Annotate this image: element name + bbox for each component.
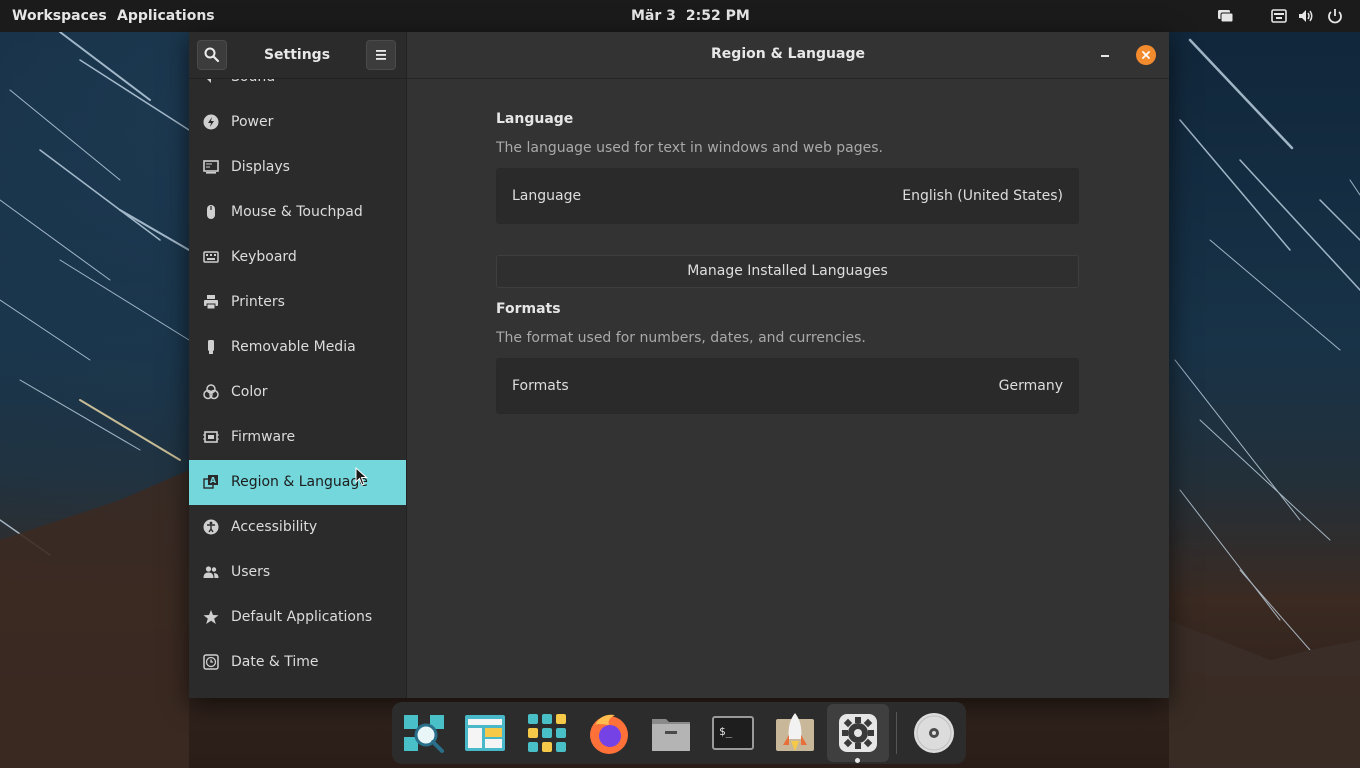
formats-row-label: Formats — [512, 378, 569, 394]
keyboard-icon[interactable] — [1270, 7, 1288, 25]
sidebar-item-region-language[interactable]: A Region & Language — [189, 460, 406, 505]
power-icon — [203, 114, 219, 130]
sidebar-item-color[interactable]: Color — [189, 370, 406, 415]
accessibility-icon — [203, 519, 219, 535]
settings-icon[interactable] — [836, 711, 880, 755]
sidebar-item-default-applications[interactable]: Default Applications — [189, 595, 406, 640]
color-icon — [203, 384, 219, 400]
formats-section-description: The format used for numbers, dates, and … — [496, 330, 866, 346]
svg-text:$_: $_ — [719, 725, 733, 738]
mouse-cursor — [355, 467, 368, 486]
sidebar-title: Settings — [263, 47, 331, 63]
page-title: Region & Language — [711, 46, 865, 62]
volume-icon[interactable] — [1297, 7, 1315, 25]
keyboard-icon — [203, 251, 219, 263]
sidebar-header: Settings — [189, 32, 406, 79]
users-icon — [203, 566, 219, 578]
usb-icon — [208, 340, 214, 354]
menu-button[interactable] — [366, 40, 396, 70]
display-icon — [203, 160, 219, 174]
sidebar-item-label: Printers — [231, 294, 285, 310]
region-icon: A — [203, 475, 218, 489]
disc-icon[interactable] — [912, 711, 956, 755]
sidebar-item-label: Region & Language — [231, 474, 368, 490]
sidebar-item-label: Keyboard — [231, 249, 297, 265]
clock-icon — [203, 654, 219, 670]
dock-running-indicator — [855, 758, 860, 763]
firefox-icon[interactable] — [587, 711, 631, 755]
sidebar-item-label: Mouse & Touchpad — [231, 204, 363, 220]
sidebar-item-keyboard[interactable]: Keyboard — [189, 235, 406, 280]
settings-window: Sound Power Displays Mouse & Touchpad Ke… — [189, 32, 1169, 698]
sidebar-item-removable-media[interactable]: Removable Media — [189, 325, 406, 370]
sidebar-item-label: Removable Media — [231, 339, 356, 355]
clock-date: Mär 3 — [631, 8, 676, 24]
clock[interactable]: Mär 3 2:52 PM — [631, 0, 760, 32]
dock: $_ — [392, 702, 966, 764]
search-button[interactable] — [197, 40, 227, 70]
sidebar-item-label: Power — [231, 114, 274, 130]
content-header: Region & Language — [407, 32, 1169, 79]
close-button[interactable] — [1136, 45, 1156, 65]
language-row[interactable]: Language English (United States) — [496, 168, 1079, 224]
sidebar-item-label: Firmware — [231, 429, 296, 445]
top-panel: Workspaces Applications Mär 3 2:52 PM — [0, 0, 1360, 32]
svg-text:A: A — [210, 476, 217, 485]
sidebar-item-users[interactable]: Users — [189, 550, 406, 595]
files-icon[interactable] — [649, 711, 693, 755]
launcher-rocket-icon[interactable] — [773, 711, 817, 755]
search-app-icon[interactable] — [402, 711, 446, 755]
close-icon — [1142, 51, 1150, 59]
sidebar-item-label: Default Applications — [231, 609, 373, 625]
hamburger-menu-icon — [376, 50, 386, 60]
clock-time: 2:52 PM — [685, 8, 750, 24]
language-row-value: English (United States) — [902, 188, 1063, 204]
sidebar: Sound Power Displays Mouse & Touchpad Ke… — [189, 32, 407, 698]
language-section-description: The language used for text in windows an… — [496, 140, 883, 156]
notifications-icon[interactable] — [1216, 7, 1234, 25]
formats-section-title: Formats — [496, 301, 561, 317]
sidebar-item-date-time[interactable]: Date & Time — [189, 640, 406, 685]
applications-button[interactable]: Applications — [117, 0, 215, 32]
sidebar-item-accessibility[interactable]: Accessibility — [189, 505, 406, 550]
printer-icon — [204, 295, 218, 310]
power-icon[interactable] — [1326, 7, 1344, 25]
sidebar-item-label: Color — [231, 384, 268, 400]
workspaces-app-icon[interactable] — [463, 711, 507, 755]
sidebar-item-power[interactable]: Power — [189, 100, 406, 145]
sidebar-item-printers[interactable]: Printers — [189, 280, 406, 325]
formats-row[interactable]: Formats Germany — [496, 358, 1079, 414]
chip-icon — [203, 431, 219, 443]
sidebar-item-label: Date & Time — [231, 654, 319, 670]
language-section-title: Language — [496, 111, 574, 127]
sidebar-item-displays[interactable]: Displays — [189, 145, 406, 190]
minimize-button[interactable] — [1095, 44, 1115, 64]
terminal-icon[interactable]: $_ — [711, 711, 755, 755]
sidebar-item-label: Users — [231, 564, 271, 580]
sidebar-item-firmware[interactable]: Firmware — [189, 415, 406, 460]
star-icon — [203, 610, 219, 624]
mouse-icon — [207, 205, 215, 219]
sidebar-list: Sound Power Displays Mouse & Touchpad Ke… — [189, 55, 406, 685]
language-row-label: Language — [512, 188, 582, 204]
formats-row-value: Germany — [998, 378, 1063, 394]
app-grid-icon[interactable] — [525, 711, 569, 755]
search-icon — [204, 47, 220, 63]
manage-installed-languages-button[interactable]: Manage Installed Languages — [496, 255, 1079, 288]
workspaces-button[interactable]: Workspaces — [12, 0, 107, 32]
sidebar-item-mouse-touchpad[interactable]: Mouse & Touchpad — [189, 190, 406, 235]
dock-separator — [896, 712, 897, 754]
sidebar-item-label: Displays — [231, 159, 290, 175]
content-panel: Region & Language Language The language … — [407, 32, 1169, 698]
sidebar-item-label: Accessibility — [231, 519, 318, 535]
